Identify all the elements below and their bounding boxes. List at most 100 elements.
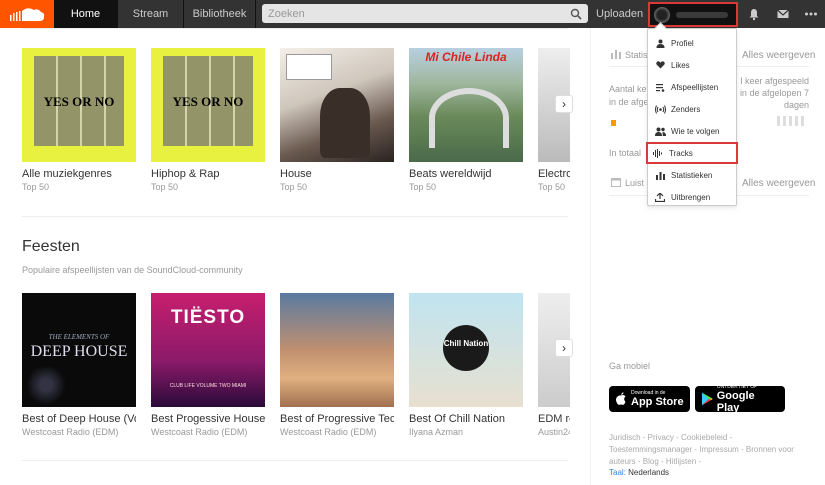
google-play-badge[interactable]: ONTDEK HET OP Google Play [695, 384, 785, 414]
heart-icon [654, 60, 666, 70]
card-subtitle: Westcoast Radio (EDM) [151, 427, 248, 437]
card-title[interactable]: Best Of Chill Nation [409, 413, 523, 425]
messages-mail-icon[interactable] [776, 7, 790, 21]
chart-card[interactable]: House Top 50 [280, 48, 394, 192]
divider [22, 460, 568, 461]
menu-item-stats[interactable]: Statistieken [648, 164, 736, 186]
plays-count-text: l keer afgespeeld [740, 76, 809, 86]
notifications-bell-icon[interactable] [747, 7, 761, 21]
chart-card[interactable]: Electro Top 50 [538, 48, 570, 192]
card-title[interactable]: Best Progessive House (... [151, 413, 265, 425]
card-title[interactable]: EDM re [538, 413, 570, 425]
playlist-artwork[interactable]: THE ELEMENTS OF DEEP HOUSE [22, 293, 136, 407]
card-title[interactable]: Alle muziekgenres [22, 168, 136, 180]
view-all-link[interactable]: Alles weergeven [742, 50, 815, 61]
card-title[interactable]: Hiphop & Rap [151, 168, 265, 180]
avatar [654, 6, 670, 23]
playlist-artwork[interactable] [280, 48, 394, 162]
total-label: In totaal [609, 148, 642, 158]
card-subtitle: Top 50 [280, 182, 308, 192]
carousel-next-button[interactable]: › [555, 95, 573, 113]
google-play-text: Google Play [716, 390, 755, 414]
menu-item-profile[interactable]: Profiel [648, 32, 736, 54]
soundcloud-cloud-icon [10, 8, 45, 21]
who-to-follow-icon [654, 126, 666, 136]
playlist-icon [654, 82, 666, 92]
card-title[interactable]: House [280, 168, 394, 180]
chart-card[interactable]: YES OR NO Hiphop & Rap Top 50 [151, 48, 265, 192]
search-icon[interactable] [570, 8, 582, 20]
menu-item-label: Tracks [669, 148, 693, 158]
tracks-icon [652, 148, 664, 158]
playlist-artwork[interactable]: Chill Nation [409, 293, 523, 407]
playlist-artwork[interactable]: TIËSTO CLUB LIFE VOLUME TWO MIAMI [151, 293, 265, 407]
card-subtitle: Austin24 [538, 427, 570, 437]
card-title[interactable]: Beats wereldwijd [409, 168, 523, 180]
menu-item-label: Statistieken [671, 170, 713, 180]
app-store-text: App Store [631, 396, 684, 408]
search-input[interactable] [268, 7, 570, 20]
artwork-text: DEEP HOUSE [30, 343, 128, 360]
menu-item-label: Wie te volgen [671, 126, 720, 136]
menu-item-distribute[interactable]: Uitbrengen [648, 186, 736, 208]
username-blurred [676, 11, 728, 18]
chart-card[interactable]: Mi Chile Linda Beats wereldwijd Top 50 [409, 48, 523, 192]
playlist-card[interactable]: THE ELEMENTS OF DEEP HOUSE Best of Deep … [22, 293, 136, 437]
charts-row: YES OR NO Alle muziekgenres Top 50 YES O… [22, 48, 570, 192]
google-play-icon [701, 392, 713, 406]
card-subtitle: Westcoast Radio (EDM) [22, 427, 119, 437]
nav-library-tab[interactable]: Bibliotheek [184, 0, 256, 28]
artwork-text: YES OR NO [43, 94, 115, 109]
artwork-text: THE ELEMENTS OF [48, 333, 110, 341]
artwork-text: TIËSTO [170, 307, 246, 328]
soundcloud-logo[interactable] [0, 0, 54, 28]
menu-item-label: Profiel [671, 38, 694, 48]
menu-item-tracks[interactable]: Tracks [646, 142, 738, 164]
footer-links[interactable]: Juridisch - Privacy - Cookiebeleid - Toe… [609, 432, 814, 468]
playlist-artwork[interactable]: Mi Chile Linda [409, 48, 523, 162]
card-title[interactable]: Best of Deep House (Vol. ... [22, 413, 136, 425]
playlist-artwork[interactable] [280, 293, 394, 407]
playlists-row: THE ELEMENTS OF DEEP HOUSE Best of Deep … [22, 293, 570, 437]
stats-icon [654, 170, 666, 180]
menu-item-label: Uitbrengen [671, 192, 711, 202]
language-selector[interactable]: Taal: Nederlands [609, 468, 669, 477]
chart-card[interactable]: YES OR NO Alle muziekgenres Top 50 [22, 48, 136, 192]
menu-item-playlists[interactable]: Afspeellijsten [648, 76, 736, 98]
upload-link[interactable]: Uploaden [596, 0, 643, 28]
artwork-text: CLUB LIFE VOLUME TWO MIAMI [169, 383, 247, 389]
playlist-artwork[interactable]: YES OR NO [22, 48, 136, 162]
divider [22, 216, 568, 217]
menu-item-who-to-follow[interactable]: Wie te volgen [648, 120, 736, 142]
playlist-card[interactable]: Chill Nation Best Of Chill Nation Ilyana… [409, 293, 523, 437]
calendar-icon [611, 178, 621, 187]
playlist-card[interactable]: EDM re Austin24 [538, 293, 570, 437]
more-options-icon[interactable] [804, 7, 818, 21]
main-content: YES OR NO Alle muziekgenres Top 50 YES O… [0, 28, 590, 485]
card-title[interactable]: Best of Progressive Tech ... [280, 413, 394, 425]
artwork-text: Mi Chile Linda [425, 50, 507, 64]
station-icon [654, 104, 666, 114]
menu-item-likes[interactable]: Likes [648, 54, 736, 76]
user-dropdown-menu: Profiel Likes Afspeellijsten Zenders Wie… [646, 28, 738, 208]
nav-home-tab[interactable]: Home [54, 0, 118, 28]
card-title[interactable]: Electro [538, 168, 570, 180]
playlist-card[interactable]: TIËSTO CLUB LIFE VOLUME TWO MIAMI Best P… [151, 293, 265, 437]
section-subtitle: Populaire afspeellijsten van de SoundClo… [22, 265, 243, 275]
card-subtitle: Top 50 [409, 182, 437, 192]
section-title: Feesten [22, 238, 80, 255]
card-subtitle: Top 50 [22, 182, 50, 192]
app-store-badge[interactable]: Download in de App Store [609, 386, 690, 412]
view-all-link[interactable]: Alles weergeven [742, 178, 815, 189]
nav-stream-tab[interactable]: Stream [118, 0, 184, 28]
menu-item-stations[interactable]: Zenders [648, 98, 736, 120]
menu-item-label: Likes [671, 60, 690, 70]
playlist-card[interactable]: Best of Progressive Tech ... Westcoast R… [280, 293, 394, 437]
playlist-artwork[interactable]: YES OR NO [151, 48, 265, 162]
listen-history-label: Luist [625, 178, 645, 188]
plays-count-text: in de afgelopen 7 [739, 88, 809, 98]
card-subtitle: Westcoast Radio (EDM) [280, 427, 377, 437]
carousel-next-button[interactable]: › [555, 339, 573, 357]
language-value[interactable]: Nederlands [628, 468, 669, 477]
profile-icon [654, 38, 666, 48]
